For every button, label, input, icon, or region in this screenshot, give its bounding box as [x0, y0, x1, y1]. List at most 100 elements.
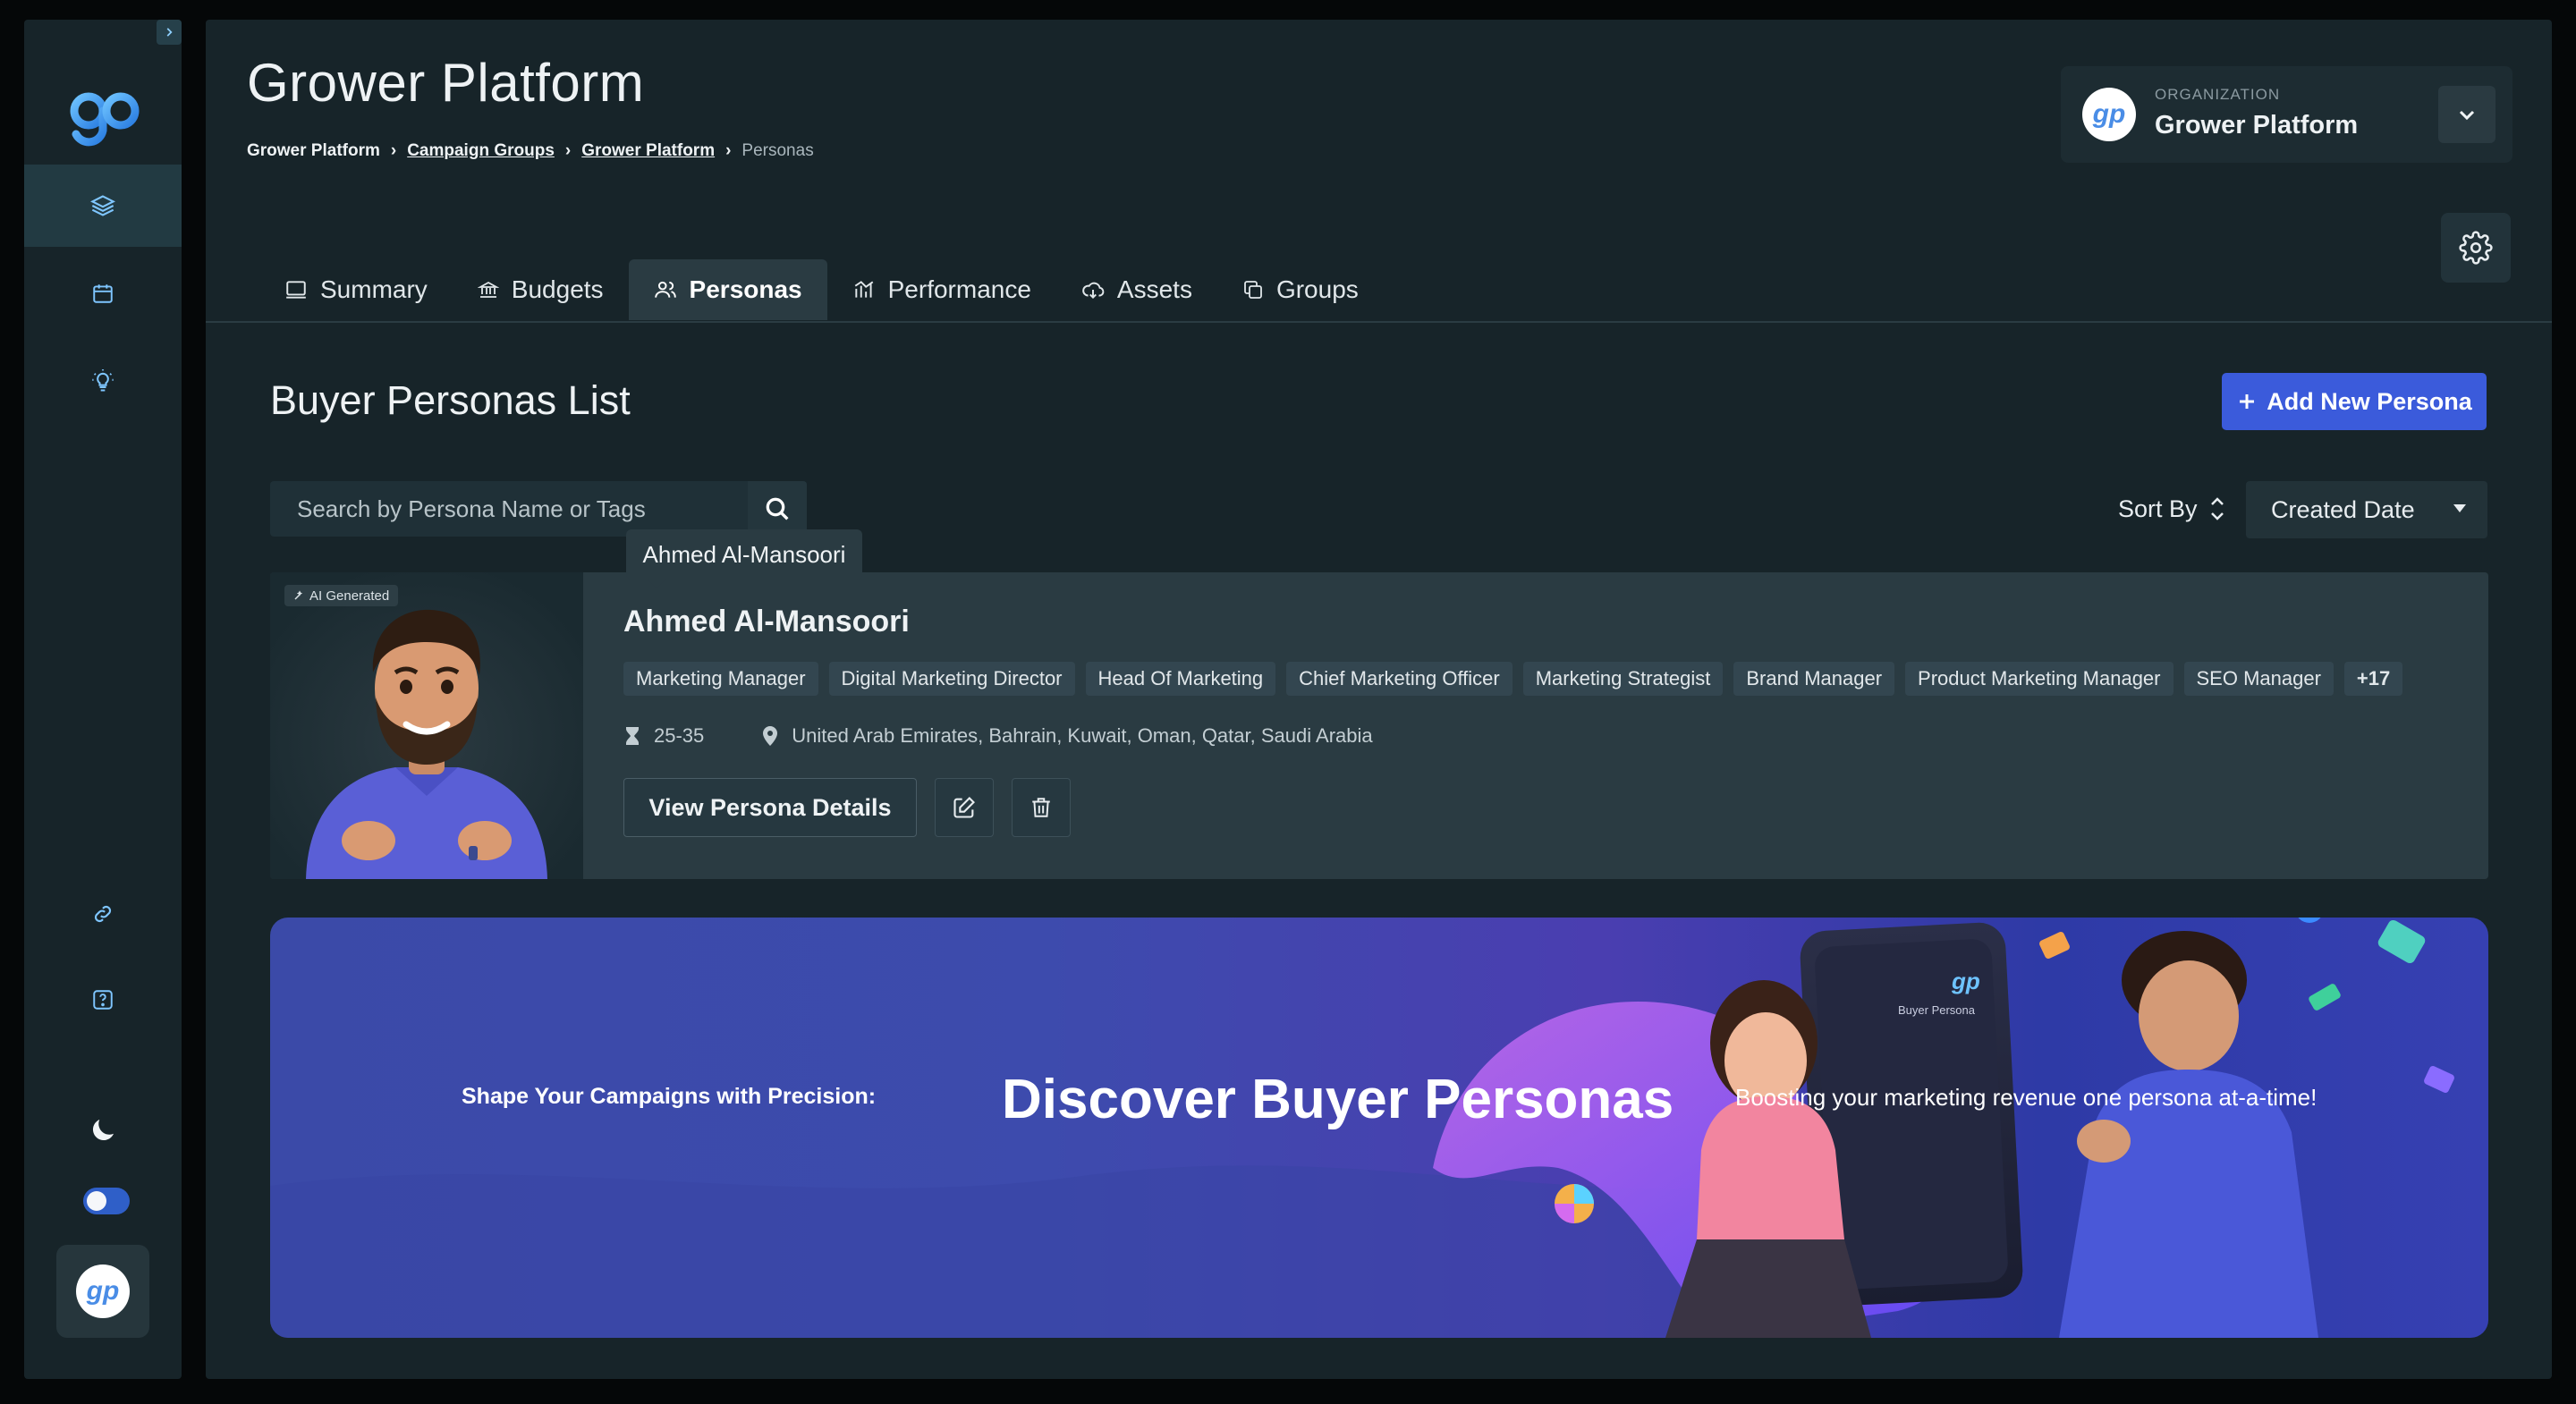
help-icon [93, 990, 113, 1010]
search-icon [766, 497, 789, 520]
caret-down-icon [2453, 504, 2466, 512]
banner-tagline: Boosting your marketing revenue one pers… [1735, 1084, 2318, 1111]
breadcrumb-root: Grower Platform [247, 141, 380, 160]
persona-tag: Digital Marketing Director [828, 662, 1075, 696]
avatar-logo: gp [76, 1264, 130, 1318]
wand-icon [294, 590, 303, 600]
breadcrumb-separator: › [564, 141, 572, 160]
layers-icon [90, 195, 115, 216]
cloud-icon [1082, 282, 1105, 300]
banner-subtitle: Shape Your Campaigns with Precision: [462, 1084, 877, 1109]
org-dropdown-button[interactable] [2438, 86, 2496, 143]
tab-assets-label: Assets [1116, 275, 1192, 303]
tab-groups[interactable]: Groups [1217, 259, 1384, 320]
breadcrumb-campaign-groups[interactable]: Campaign Groups [407, 141, 555, 161]
tab-budgets[interactable]: Budgets [453, 259, 629, 320]
chevron-right-icon [166, 28, 173, 37]
delete-persona-button[interactable] [1012, 778, 1071, 837]
persona-tag: Marketing Strategist [1522, 662, 1724, 696]
more-tags-badge[interactable]: +17 [2343, 662, 2403, 696]
org-logo-text: gp [2092, 99, 2126, 129]
tab-personas[interactable]: Personas [628, 259, 827, 320]
phone-label: Buyer Persona [1898, 1003, 1976, 1017]
settings-button[interactable] [2441, 213, 2511, 283]
search-input[interactable] [270, 481, 748, 537]
phone-logo: gp [1951, 968, 1980, 994]
hourglass-icon [626, 727, 639, 745]
copy-icon [1244, 281, 1262, 299]
sidebar-item-layers[interactable] [24, 165, 182, 247]
users-icon [654, 281, 676, 298]
sort-icon [2210, 497, 2224, 520]
dark-mode-toggle[interactable] [83, 1188, 130, 1214]
banner-title: Discover Buyer Personas [1002, 1069, 1674, 1130]
sidebar-item-help[interactable] [24, 959, 182, 1041]
page-title: Grower Platform [247, 53, 645, 113]
edit-persona-button[interactable] [935, 778, 994, 837]
promo-banner: gp Buyer Persona Shape Your Campaigns wi… [270, 918, 2488, 1338]
tab-summary[interactable]: Summary [259, 259, 453, 320]
tab-personas-label: Personas [689, 275, 802, 303]
sort-label[interactable]: Sort By [2118, 494, 2226, 524]
persona-avatar-image[interactable]: AI Generated [270, 572, 583, 879]
chevron-down-icon [2459, 110, 2475, 121]
lightbulb-icon [92, 369, 114, 392]
sort-select[interactable]: Created Date [2246, 481, 2487, 538]
chart-icon [854, 281, 873, 298]
calendar-icon [93, 284, 113, 303]
sidebar: gp [24, 20, 182, 1379]
plus-icon [2240, 394, 2255, 409]
trash-icon [1032, 798, 1050, 817]
avatar-logo-text: gp [86, 1276, 120, 1306]
sort-select-value: Created Date [2271, 495, 2415, 523]
sort-label-text: Sort By [2118, 495, 2198, 522]
bank-icon [477, 281, 499, 298]
edit-icon [953, 797, 975, 818]
sidebar-item-calendar[interactable] [24, 252, 182, 334]
persona-tag: Product Marketing Manager [1905, 662, 2174, 696]
search-box [270, 481, 807, 537]
sidebar-item-lightbulb[interactable] [24, 340, 182, 422]
persona-locations: United Arab Emirates, Bahrain, Kuwait, O… [792, 724, 1373, 747]
tab-divider [206, 321, 2552, 323]
ai-generated-badge: AI Generated [284, 585, 399, 606]
section-title: Buyer Personas List [270, 377, 631, 423]
main-panel: Grower Platform Grower Platform › Campai… [206, 20, 2552, 1379]
persona-name-tooltip: Ahmed Al-Mansoori [626, 529, 862, 588]
persona-name[interactable]: Ahmed Al-Mansoori [623, 605, 910, 639]
breadcrumb-platform[interactable]: Grower Platform [581, 141, 715, 161]
tab-groups-label: Groups [1275, 275, 1359, 303]
breadcrumb-current: Personas [741, 141, 814, 160]
add-persona-label: Add New Persona [2267, 387, 2472, 415]
location-pin-icon [763, 726, 778, 746]
persona-tag: Head Of Marketing [1085, 662, 1276, 696]
org-name: Grower Platform [2155, 111, 2359, 140]
persona-meta: 25-35 United Arab Emirates, Bahrain, Kuw… [623, 724, 1373, 748]
tab-assets[interactable]: Assets [1056, 259, 1217, 320]
tab-bar: Summary Budgets Personas Performance Ass… [259, 259, 1384, 320]
gear-icon [2459, 231, 2493, 265]
org-logo: gp [2082, 88, 2136, 141]
view-persona-details-button[interactable]: View Persona Details [623, 778, 917, 837]
search-button[interactable] [748, 481, 807, 537]
persona-tag: SEO Manager [2183, 662, 2334, 696]
add-persona-button[interactable]: Add New Persona [2222, 373, 2487, 430]
user-avatar[interactable]: gp [56, 1245, 149, 1338]
app-logo[interactable] [62, 73, 148, 159]
persona-age: 25-35 [654, 724, 705, 747]
moon-icon [92, 1120, 114, 1141]
tab-summary-label: Summary [320, 275, 428, 303]
breadcrumb: Grower Platform › Campaign Groups › Grow… [247, 141, 814, 161]
persona-illustration [270, 572, 583, 879]
monitor-icon [286, 281, 306, 299]
tab-performance-label: Performance [887, 275, 1031, 303]
persona-tag: Chief Marketing Officer [1286, 662, 1513, 696]
ai-badge-label: AI Generated [309, 588, 390, 604]
persona-card: AI Generated Ahmed Al-Mansoori Marketing… [270, 572, 2488, 879]
sidebar-item-link[interactable] [24, 873, 182, 955]
breadcrumb-separator: › [390, 141, 397, 160]
tab-budgets-label: Budgets [511, 275, 604, 303]
sidebar-collapse-button[interactable] [157, 20, 182, 45]
persona-tag: Marketing Manager [623, 662, 818, 696]
tab-performance[interactable]: Performance [827, 259, 1056, 320]
